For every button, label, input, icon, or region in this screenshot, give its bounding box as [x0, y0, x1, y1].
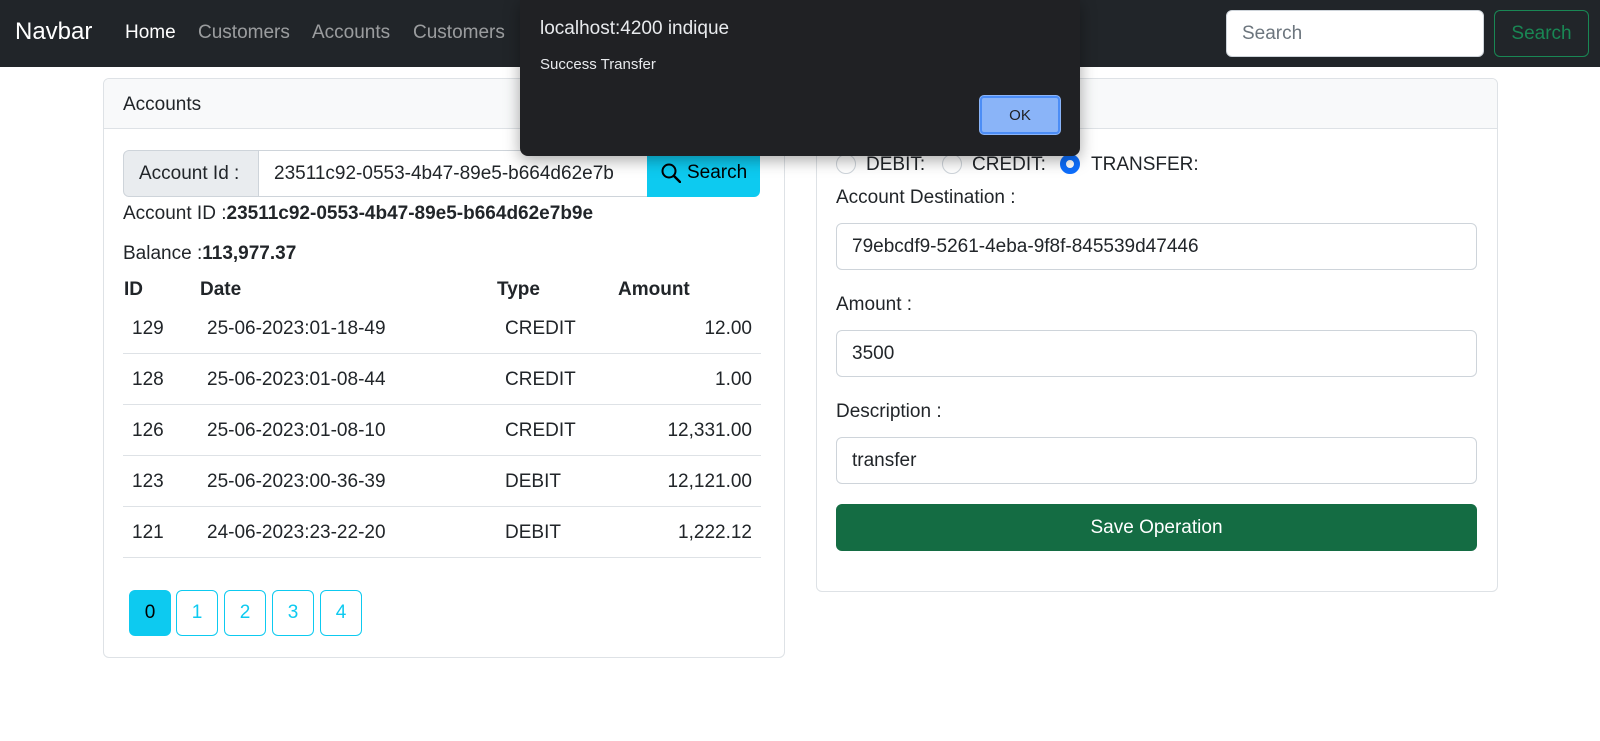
cell-date: 25-06-2023:01-18-49 [207, 318, 386, 339]
cell-id: 123 [132, 471, 164, 492]
dialog-message: Success Transfer [540, 56, 656, 73]
account-id-input[interactable] [258, 150, 648, 197]
destination-label: Account Destination : [836, 187, 1016, 208]
account-id-label: Account Id : [123, 150, 259, 197]
account-search-button[interactable]: Search [647, 150, 760, 197]
radio-transfer-label: TRANSFER: [1091, 154, 1199, 175]
account-id-line: Account ID :23511c92-0553-4b47-89e5-b664… [123, 203, 593, 225]
cell-id: 129 [132, 318, 164, 339]
cell-date: 25-06-2023:00-36-39 [207, 471, 386, 492]
navbar-brand[interactable]: Navbar [15, 18, 92, 46]
cell-amount: 12,121.00 [667, 471, 752, 492]
radio-credit[interactable] [942, 154, 962, 174]
cell-id: 128 [132, 369, 164, 390]
table-row: 123 25-06-2023:00-36-39 DEBIT 12,121.00 [123, 456, 761, 507]
amount-input[interactable] [836, 330, 1477, 377]
save-operation-button[interactable]: Save Operation [836, 504, 1477, 551]
nav-link-customers[interactable]: Customers [198, 22, 290, 44]
column-header-amount: Amount [618, 279, 690, 300]
accounts-card: Accounts Account Id : Search Account ID … [103, 78, 785, 658]
radio-credit-label: CREDIT: [972, 154, 1046, 175]
description-input[interactable] [836, 437, 1477, 484]
destination-input[interactable] [836, 223, 1477, 270]
radio-debit-label: DEBIT: [866, 154, 926, 175]
cell-id: 126 [132, 420, 164, 441]
column-header-date: Date [200, 279, 242, 300]
column-header-id: ID [124, 279, 143, 300]
column-header-type: Type [497, 279, 540, 300]
cell-type: DEBIT [505, 471, 561, 492]
account-search-button-label: Search [687, 162, 748, 183]
cell-type: CREDIT [505, 318, 576, 339]
account-id-line-label: Account ID : [123, 203, 227, 224]
cell-id: 121 [132, 522, 164, 543]
dialog-title: localhost:4200 indique [540, 18, 730, 39]
table-row: 126 25-06-2023:01-08-10 CREDIT 12,331.00 [123, 405, 761, 456]
cell-amount: 12.00 [704, 318, 752, 339]
account-search-group: Account Id : Search [123, 150, 760, 197]
radio-transfer[interactable] [1060, 154, 1080, 174]
page-button-3[interactable]: 3 [272, 590, 314, 636]
balance-value: 113,977.37 [202, 243, 297, 264]
table-row: 129 25-06-2023:01-18-49 CREDIT 12.00 [123, 303, 761, 354]
cell-date: 25-06-2023:01-08-44 [207, 369, 386, 390]
cell-date: 24-06-2023:23-22-20 [207, 522, 386, 543]
nav-link-home[interactable]: Home [125, 22, 176, 44]
page-button-2[interactable]: 2 [224, 590, 266, 636]
navbar-search-button[interactable]: Search [1494, 10, 1589, 57]
alert-dialog: localhost:4200 indique Success Transfer … [520, 0, 1080, 156]
cell-amount: 12,331.00 [667, 420, 752, 441]
cell-amount: 1,222.12 [678, 522, 752, 543]
cell-amount: 1.00 [715, 369, 752, 390]
nav-link-accounts[interactable]: Accounts [312, 22, 390, 44]
cell-date: 25-06-2023:01-08-10 [207, 420, 386, 441]
navbar-search-input[interactable] [1226, 10, 1484, 57]
nav-dropdown-customers[interactable]: Customers [413, 22, 505, 44]
cell-type: CREDIT [505, 369, 576, 390]
page-button-1[interactable]: 1 [176, 590, 218, 636]
balance-line: Balance :113,977.37 [123, 243, 296, 265]
account-id-value: 23511c92-0553-4b47-89e5-b664d62e7b9e [226, 203, 594, 224]
cell-type: DEBIT [505, 522, 561, 543]
balance-label: Balance : [123, 243, 203, 264]
page-button-0[interactable]: 0 [129, 590, 171, 636]
amount-label: Amount : [836, 294, 913, 315]
page-button-4[interactable]: 4 [320, 590, 362, 636]
table-row: 121 24-06-2023:23-22-20 DEBIT 1,222.12 [123, 507, 761, 558]
radio-debit[interactable] [836, 154, 856, 174]
search-icon [661, 163, 681, 183]
table-row: 128 25-06-2023:01-08-44 CREDIT 1.00 [123, 354, 761, 405]
dialog-ok-button[interactable]: OK [980, 96, 1060, 134]
description-label: Description : [836, 401, 942, 422]
cell-type: CREDIT [505, 420, 576, 441]
